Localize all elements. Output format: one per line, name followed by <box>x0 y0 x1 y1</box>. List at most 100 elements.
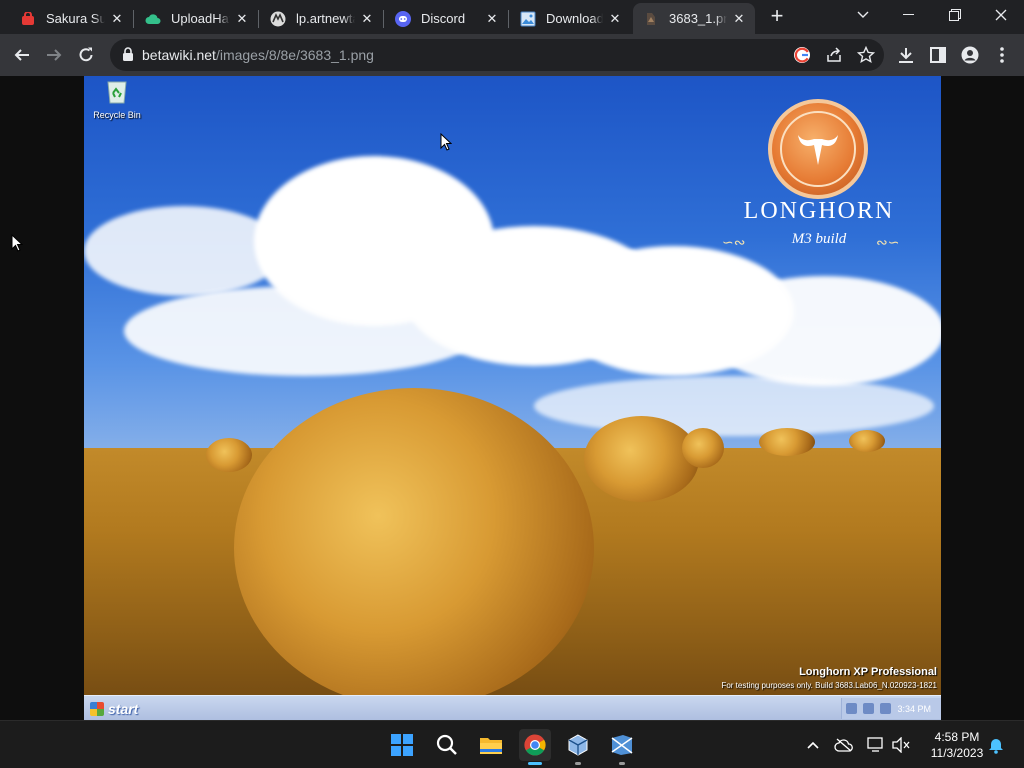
monitor-icon <box>867 737 883 752</box>
share-button[interactable] <box>822 43 846 67</box>
cloud <box>534 376 934 436</box>
search-button[interactable] <box>431 729 463 761</box>
tab-title: Sakura Suc <box>46 11 105 26</box>
running-indicator <box>619 762 625 765</box>
forward-button[interactable] <box>42 43 66 67</box>
chevron-down-icon <box>857 11 869 18</box>
active-indicator <box>528 762 542 765</box>
mouse-cursor-icon <box>440 133 452 151</box>
tab-downloads[interactable]: Downloads ✕ <box>510 3 631 34</box>
vmware-icon <box>611 735 633 755</box>
tab-uploadhaven[interactable]: UploadHav ✕ <box>135 3 258 34</box>
taskbar-clock[interactable]: 4:58 PM 11/3/2023 <box>922 729 992 761</box>
new-tab-button[interactable]: + <box>766 5 788 28</box>
speaker-muted-icon <box>892 737 910 753</box>
side-panel-button[interactable] <box>926 43 950 67</box>
xp-clock: 3:34 PM <box>897 703 931 714</box>
tab-title: Downloads <box>546 11 603 26</box>
hay-bale <box>206 438 252 472</box>
longhorn-screenshot-image[interactable]: Recycle Bin LONGHORN ∽∾ M3 build ∾∽ Long… <box>84 76 941 720</box>
ornament-icon: ∾∽ <box>876 234 900 250</box>
xp-system-tray: 3:34 PM <box>841 698 941 719</box>
mouse-cursor-icon <box>11 234 23 252</box>
windows-start-button[interactable] <box>386 729 418 761</box>
close-icon[interactable]: ✕ <box>109 11 125 27</box>
hay-bale <box>849 430 885 452</box>
menu-button[interactable] <box>990 43 1014 67</box>
tab-sakura[interactable]: Sakura Suc ✕ <box>10 3 133 34</box>
build-watermark-title: Longhorn XP Professional <box>799 666 937 678</box>
star-icon <box>857 46 875 64</box>
recycle-bin[interactable]: Recycle Bin <box>92 78 142 120</box>
tab-title: 3683_1.png <box>669 11 727 26</box>
chrome-icon <box>524 734 546 756</box>
profile-button[interactable] <box>958 43 982 67</box>
discord-icon <box>395 10 411 27</box>
minimize-icon <box>903 14 914 15</box>
cloud-offline-icon <box>834 738 853 752</box>
volume-tray-icon[interactable] <box>891 735 911 755</box>
tab-3683-png[interactable]: 3683_1.png ✕ <box>633 3 755 34</box>
downloads-button[interactable] <box>894 43 918 67</box>
lock-icon[interactable] <box>122 47 134 67</box>
show-hidden-icons-button[interactable] <box>803 735 823 755</box>
restore-icon <box>949 9 961 21</box>
cloud <box>704 276 941 386</box>
logo-title: LONGHORN <box>743 198 895 224</box>
red-app-icon <box>20 11 36 27</box>
file-explorer-button[interactable] <box>475 729 507 761</box>
virtualbox-button[interactable] <box>562 729 594 765</box>
tab-title: lp.artnewta <box>296 11 355 26</box>
build-watermark-detail: For testing purposes only. Build 3683.La… <box>721 681 937 690</box>
side-panel-icon <box>930 47 946 63</box>
download-icon <box>899 48 913 63</box>
tab-artnewta[interactable]: lp.artnewta ✕ <box>260 3 383 34</box>
tab-title: Discord <box>421 11 466 26</box>
bell-icon <box>989 739 1003 754</box>
vmware-button[interactable] <box>606 729 638 765</box>
xp-start-button[interactable]: start <box>84 696 158 720</box>
tab-separator <box>258 10 259 28</box>
windows-taskbar: 4:58 PM 11/3/2023 <box>0 720 1024 768</box>
reload-icon <box>79 47 93 62</box>
url-path: /images/8/8e/3683_1.png <box>215 47 374 63</box>
address-bar[interactable]: betawiki.net/images/8/8e/3683_1.png <box>110 39 884 71</box>
tray-icon <box>880 703 892 714</box>
close-icon[interactable]: ✕ <box>359 11 375 27</box>
tab-strip: Sakura Suc ✕ UploadHav ✕ lp.artnewta ✕ D… <box>0 0 1024 34</box>
clock-date: 11/3/2023 <box>930 746 984 760</box>
close-icon[interactable]: ✕ <box>484 11 500 27</box>
page-viewport: Recycle Bin LONGHORN ∽∾ M3 build ∾∽ Long… <box>0 76 1024 720</box>
image-icon <box>520 11 536 27</box>
network-tray-icon[interactable] <box>866 735 886 755</box>
onedrive-tray-icon[interactable] <box>834 735 854 755</box>
tab-search-button[interactable] <box>848 4 878 26</box>
bookmark-button[interactable] <box>854 43 878 67</box>
back-arrow-icon <box>14 49 29 61</box>
restore-button[interactable] <box>940 4 970 26</box>
google-lens-button[interactable] <box>790 43 814 67</box>
clock-time: 4:58 PM <box>934 730 980 744</box>
tab-separator <box>383 10 384 28</box>
close-icon[interactable]: ✕ <box>607 11 623 27</box>
notifications-button[interactable] <box>986 735 1006 755</box>
tray-icon <box>846 703 858 714</box>
search-icon <box>436 734 457 755</box>
close-icon[interactable]: ✕ <box>234 11 250 27</box>
virtualbox-icon <box>568 734 588 756</box>
close-icon[interactable]: ✕ <box>731 11 747 27</box>
tray-icon <box>863 703 875 714</box>
profile-icon <box>961 46 979 64</box>
running-indicator <box>575 762 581 765</box>
browser-toolbar: betawiki.net/images/8/8e/3683_1.png <box>0 34 1024 76</box>
avatar-icon <box>270 11 286 27</box>
url-domain: betawiki.net <box>142 47 216 63</box>
tab-discord[interactable]: Discord ✕ <box>385 3 508 34</box>
close-window-button[interactable] <box>986 4 1016 26</box>
chevron-up-icon <box>807 741 819 749</box>
back-button[interactable] <box>10 43 34 67</box>
close-icon <box>995 9 1007 21</box>
minimize-button[interactable] <box>894 4 924 26</box>
reload-button[interactable] <box>74 43 98 67</box>
chrome-button[interactable] <box>519 729 551 765</box>
